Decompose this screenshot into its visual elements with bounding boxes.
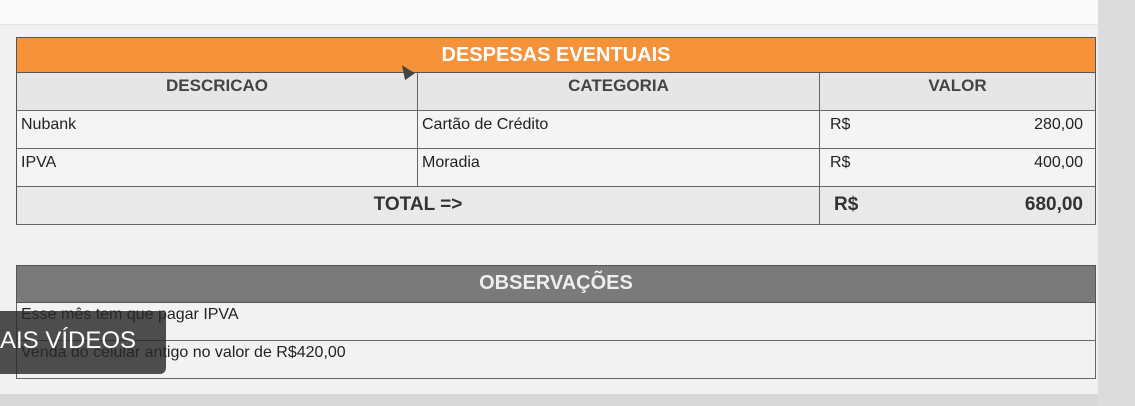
total-label[interactable]: TOTAL => [17,187,820,224]
observations-title[interactable]: OBSERVAÇÕES [16,265,1096,303]
cell-categoria[interactable]: Cartão de Crédito [418,111,820,148]
top-row-strip [0,0,1098,25]
total-amount: 680,00 [1024,194,1083,215]
expenses-table-title[interactable]: DESPESAS EVENTUAIS [16,37,1096,73]
column-header-valor[interactable]: VALOR [820,73,1095,110]
currency-symbol: R$ [830,154,851,171]
table-row: Nubank Cartão de Crédito R$ 280,00 [16,111,1096,149]
column-header-categoria[interactable]: CATEGORIA [418,73,820,110]
cell-valor[interactable]: R$ 280,00 [820,111,1095,148]
total-row: TOTAL => R$ 680,00 [16,187,1096,225]
column-header-descricao[interactable]: DESCRICAO [17,73,418,110]
total-currency: R$ [834,194,859,215]
more-videos-overlay[interactable]: AIS VÍDEOS [0,311,166,374]
total-value-cell[interactable]: R$ 680,00 [820,187,1095,224]
cell-descricao[interactable]: IPVA [17,149,418,186]
expenses-table: DESPESAS EVENTUAIS DESCRICAO CATEGORIA V… [16,37,1096,225]
observations-table: OBSERVAÇÕES Esse mês tem que pagar IPVA … [16,265,1096,379]
window-margin [1098,0,1135,406]
cell-valor[interactable]: R$ 400,00 [820,149,1095,186]
observation-row[interactable]: Esse mês tem que pagar IPVA [16,303,1096,341]
cell-descricao[interactable]: Nubank [17,111,418,148]
amount: 280,00 [1034,116,1083,133]
currency-symbol: R$ [830,116,851,133]
observation-row[interactable]: Venda do celular antigo no valor de R$42… [16,341,1096,379]
column-header-row: DESCRICAO CATEGORIA VALOR [16,73,1096,111]
table-row: IPVA Moradia R$ 400,00 [16,149,1096,187]
amount: 400,00 [1034,154,1083,171]
cell-categoria[interactable]: Moradia [418,149,820,186]
